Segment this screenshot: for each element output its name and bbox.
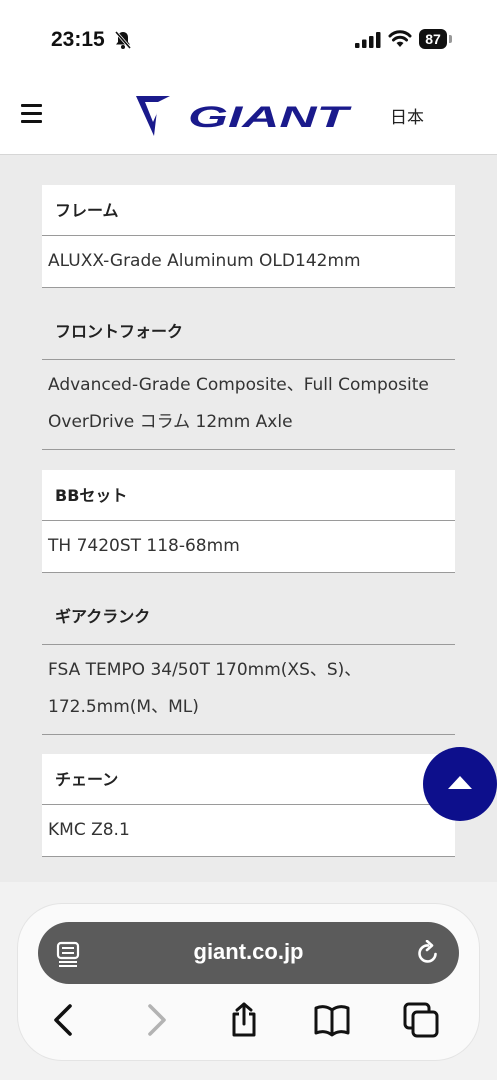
spec-value: Advanced-Grade Composite、Full Composite …: [42, 360, 455, 450]
cellular-signal-icon: [355, 32, 381, 48]
spec-list: フレーム ALUXX-Grade Aluminum OLD142mm フロントフ…: [42, 185, 455, 857]
scroll-to-top-button[interactable]: [423, 747, 497, 821]
reload-icon[interactable]: [415, 940, 441, 966]
hamburger-menu-icon[interactable]: [21, 104, 42, 124]
spec-value: KMC Z8.1: [42, 805, 455, 857]
spec-item-frame: フレーム ALUXX-Grade Aluminum OLD142mm: [42, 185, 455, 288]
battery-tip: [449, 35, 452, 43]
spec-label: BBセット: [42, 470, 455, 521]
url-text[interactable]: giant.co.jp: [38, 939, 459, 965]
address-bar[interactable]: giant.co.jp: [38, 922, 459, 984]
spec-value: TH 7420ST 118-68mm: [42, 521, 455, 573]
spec-label: フレーム: [42, 185, 455, 236]
spec-value: FSA TEMPO 34/50T 170mm(XS、S)、 172.5mm(M、…: [42, 645, 455, 735]
browser-panel: giant.co.jp: [18, 904, 479, 1060]
status-time: 23:15: [51, 28, 105, 51]
wifi-icon: [388, 30, 412, 47]
arrow-up-icon: [448, 776, 472, 789]
browser-toolbar: giant.co.jp: [0, 882, 497, 1080]
spec-label: ギアクランク: [42, 573, 455, 645]
share-icon[interactable]: [226, 1002, 262, 1038]
bookmarks-icon[interactable]: [314, 1002, 350, 1038]
status-bar: 23:15 87: [0, 0, 497, 78]
giant-logo[interactable]: GIANT: [136, 92, 356, 138]
spec-item-chain: チェーン KMC Z8.1: [42, 754, 455, 857]
forward-icon[interactable]: [138, 1002, 174, 1038]
spec-value: ALUXX-Grade Aluminum OLD142mm: [42, 236, 455, 288]
spec-label: フロントフォーク: [42, 288, 455, 360]
spec-item-crank: ギアクランク FSA TEMPO 34/50T 170mm(XS、S)、 172…: [42, 573, 455, 735]
site-header: GIANT 日本: [0, 78, 497, 155]
spec-item-fork: フロントフォーク Advanced-Grade Composite、Full C…: [42, 288, 455, 450]
back-icon[interactable]: [46, 1002, 82, 1038]
language-selector[interactable]: 日本: [390, 103, 424, 128]
bell-slash-icon: [114, 31, 132, 49]
logo-wordmark: GIANT: [188, 101, 353, 134]
spec-label: チェーン: [42, 754, 455, 805]
spec-item-bb: BBセット TH 7420ST 118-68mm: [42, 470, 455, 573]
tabs-icon[interactable]: [403, 1002, 439, 1038]
battery-icon: 87: [419, 29, 447, 49]
